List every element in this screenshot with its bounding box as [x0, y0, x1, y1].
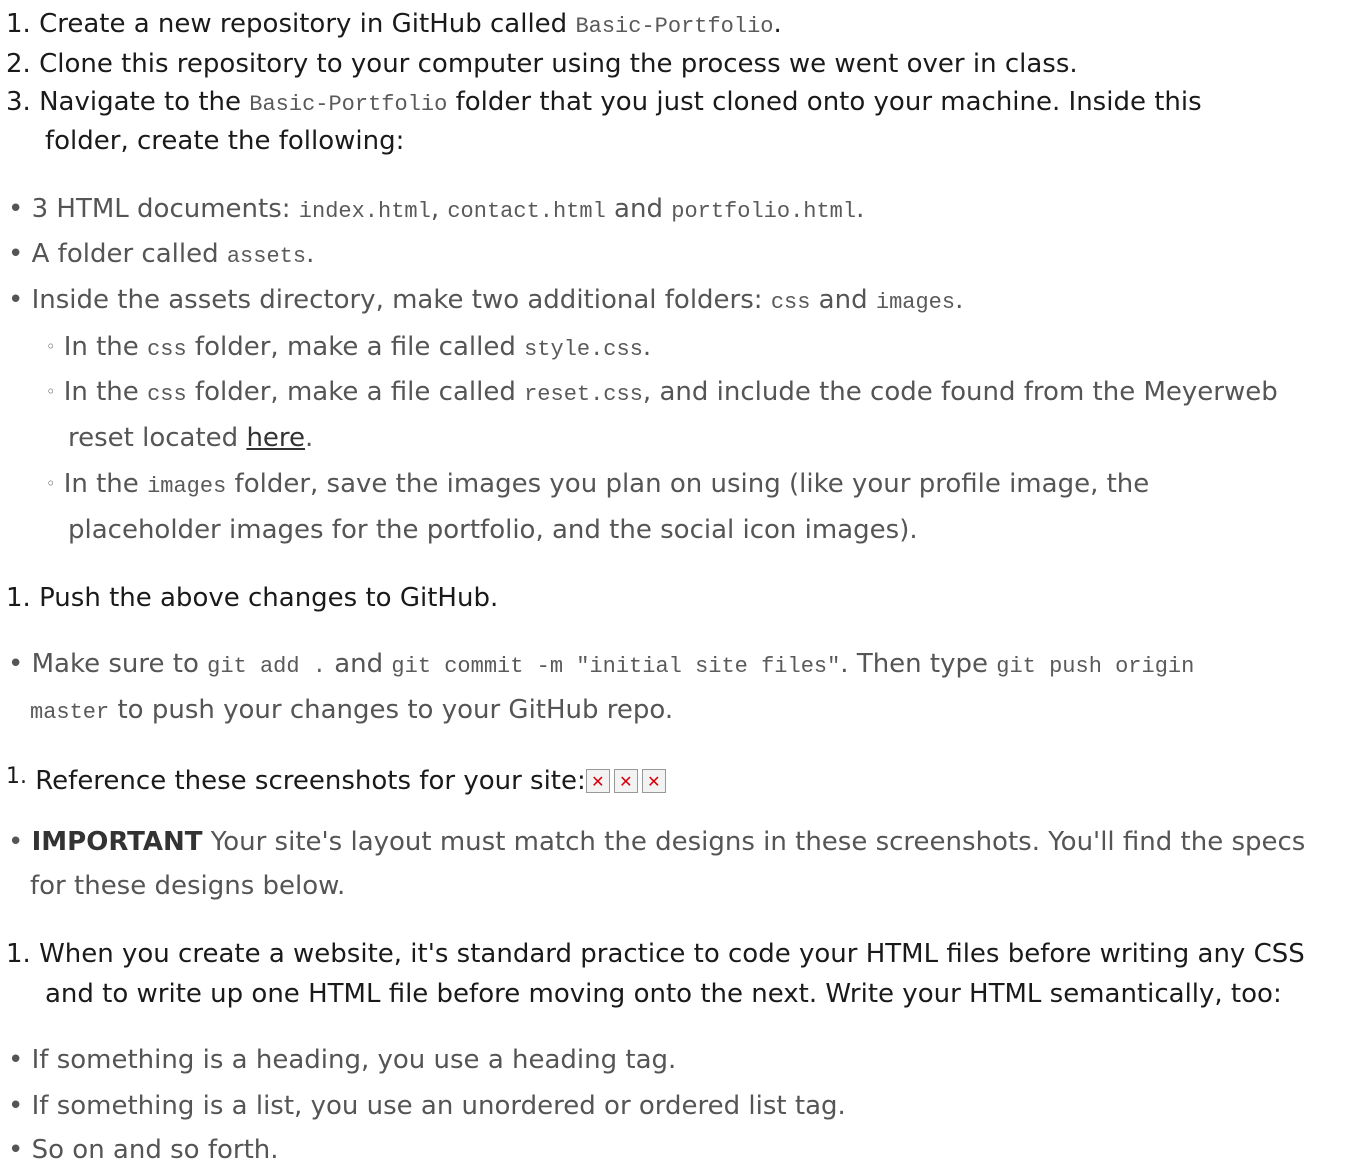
list-item-text: Make sure to [31, 649, 208, 679]
sub-list-item-continued: placeholder images for the portfolio, an… [68, 515, 918, 545]
inline-code: contact.html [447, 199, 606, 224]
step-text: Clone this repository to your computer u… [39, 49, 1078, 79]
step-text: Navigate to the [39, 87, 250, 117]
inline-code: Basic-Portfolio [249, 92, 448, 117]
broken-image-icon[interactable]: ✕ [585, 769, 610, 793]
inline-code: assets [226, 244, 307, 269]
bullet-marker: • [8, 239, 24, 269]
bullet-marker: • [8, 194, 24, 224]
inline-code: style.css [524, 337, 643, 362]
bullet-marker: • [8, 649, 24, 679]
step-3: 3. Navigate to the Basic-Portfolio folde… [6, 87, 1202, 118]
list-item-text: to push your changes to your GitHub repo… [109, 695, 674, 725]
step-number: 2. [6, 49, 31, 79]
inline-code: css [147, 382, 187, 407]
list-item-text: . [642, 332, 652, 362]
step-number: 3. [6, 87, 31, 117]
list-item-text: In the [63, 377, 148, 407]
inline-code: git push origin [996, 654, 1195, 679]
step-text: Reference these screenshots for your sit… [35, 766, 586, 796]
list-item: • If something is a list, you use an uno… [8, 1091, 846, 1122]
list-item: • So on and so forth. [8, 1135, 279, 1166]
list-item-text: , and include the code found from the Me… [642, 377, 1278, 407]
inline-code: reset.css [524, 382, 643, 407]
list-item-text: Inside the assets directory, make two ad… [31, 285, 771, 315]
step-3-continued: folder, create the following: [45, 126, 405, 156]
list-item-text: and [605, 194, 672, 224]
inline-code: css [770, 290, 811, 315]
list-item-text: In the [63, 469, 148, 499]
step-text: Push the above changes to GitHub. [39, 583, 499, 613]
list-item-text: reset located [68, 423, 247, 453]
list-item-text: In the [63, 332, 148, 362]
list-item-continued: master to push your changes to your GitH… [30, 695, 674, 726]
important-label: IMPORTANT [31, 827, 203, 857]
step-number: 1. [6, 764, 27, 789]
list-item-text: folder, make a file called [186, 377, 525, 407]
step-push: 1. Push the above changes to GitHub. [6, 583, 499, 614]
list-item-text: , [430, 194, 448, 224]
bullet-marker: • [8, 1135, 24, 1165]
list-item-text: . [955, 285, 964, 315]
list-item: • If something is a heading, you use a h… [8, 1045, 677, 1076]
list-item-text: . [856, 194, 865, 224]
list-item-text: If something is a list, you use an unord… [31, 1091, 846, 1121]
screenshot-images: ✕ ✕ ✕ [585, 765, 666, 795]
list-item-text: and [810, 285, 876, 315]
bullet-marker: • [8, 1091, 24, 1121]
meyerweb-reset-link[interactable]: here [246, 423, 305, 453]
step-1: 1. Create a new repository in GitHub cal… [6, 9, 782, 40]
list-item-text: folder, make a file called [186, 332, 525, 362]
bullet-marker: • [8, 1045, 24, 1075]
important-note: • IMPORTANT Your site's layout must matc… [8, 827, 1306, 858]
step-2: 2. Clone this repository to your compute… [6, 49, 1078, 80]
bullet-marker: • [8, 285, 24, 315]
list-item: • 3 HTML documents: index.html, contact.… [8, 194, 865, 225]
inline-code: Basic-Portfolio [575, 14, 774, 39]
sub-list-item-continued: reset located here. [68, 423, 314, 454]
step-text: folder that you just cloned onto your ma… [447, 87, 1202, 117]
inline-code: portfolio.html [671, 199, 857, 224]
sub-list-item: ◦ In the css folder, make a file called … [46, 332, 652, 363]
list-item-text: . Then type [840, 649, 997, 679]
sub-bullet-marker: ◦ [46, 337, 56, 356]
inline-code: git commit -m "initial site files" [391, 654, 841, 679]
inline-code: git add . [207, 654, 326, 679]
list-item: • Make sure to git add . and git commit … [8, 649, 1195, 680]
inline-code: master [30, 700, 110, 725]
inline-code: images [147, 474, 227, 499]
sub-list-item: ◦ In the css folder, make a file called … [46, 377, 1278, 408]
inline-code: css [147, 337, 187, 362]
list-item-text: A folder called [31, 239, 227, 269]
sub-bullet-marker: ◦ [46, 382, 56, 401]
list-item-text: and [325, 649, 392, 679]
assignment-document: 1. Create a new repository in GitHub cal… [0, 0, 1372, 1166]
bullet-marker: • [8, 827, 24, 857]
list-item-text: folder, save the images you plan on usin… [226, 469, 1150, 499]
list-item-text: 3 HTML documents: [31, 194, 299, 224]
step-text: When you create a website, it's standard… [39, 939, 1305, 969]
step-text: . [773, 9, 782, 39]
step-reference: 1. Reference these screenshots for your … [6, 764, 666, 797]
step-number: 1. [6, 939, 31, 969]
step-text: Create a new repository in GitHub called [39, 9, 576, 39]
list-item-text: . [305, 423, 314, 453]
list-item-text: . [306, 239, 315, 269]
step-html-continued: and to write up one HTML file before mov… [45, 979, 1282, 1009]
inline-code: images [875, 290, 956, 315]
sub-bullet-marker: ◦ [46, 474, 56, 493]
broken-image-icon[interactable]: ✕ [641, 769, 666, 793]
important-note-continued: for these designs below. [30, 871, 346, 901]
step-number: 1. [6, 583, 31, 613]
list-item: • A folder called assets. [8, 239, 315, 270]
sub-list-item: ◦ In the images folder, save the images … [46, 469, 1150, 500]
list-item-text: Your site's layout must match the design… [202, 827, 1306, 857]
list-item: • Inside the assets directory, make two … [8, 285, 964, 316]
list-item-text: So on and so forth. [31, 1135, 279, 1165]
inline-code: index.html [298, 199, 431, 224]
step-number: 1. [6, 9, 31, 39]
step-html: 1. When you create a website, it's stand… [6, 939, 1305, 970]
list-item-text: If something is a heading, you use a hea… [31, 1045, 677, 1075]
broken-image-icon[interactable]: ✕ [613, 769, 638, 793]
